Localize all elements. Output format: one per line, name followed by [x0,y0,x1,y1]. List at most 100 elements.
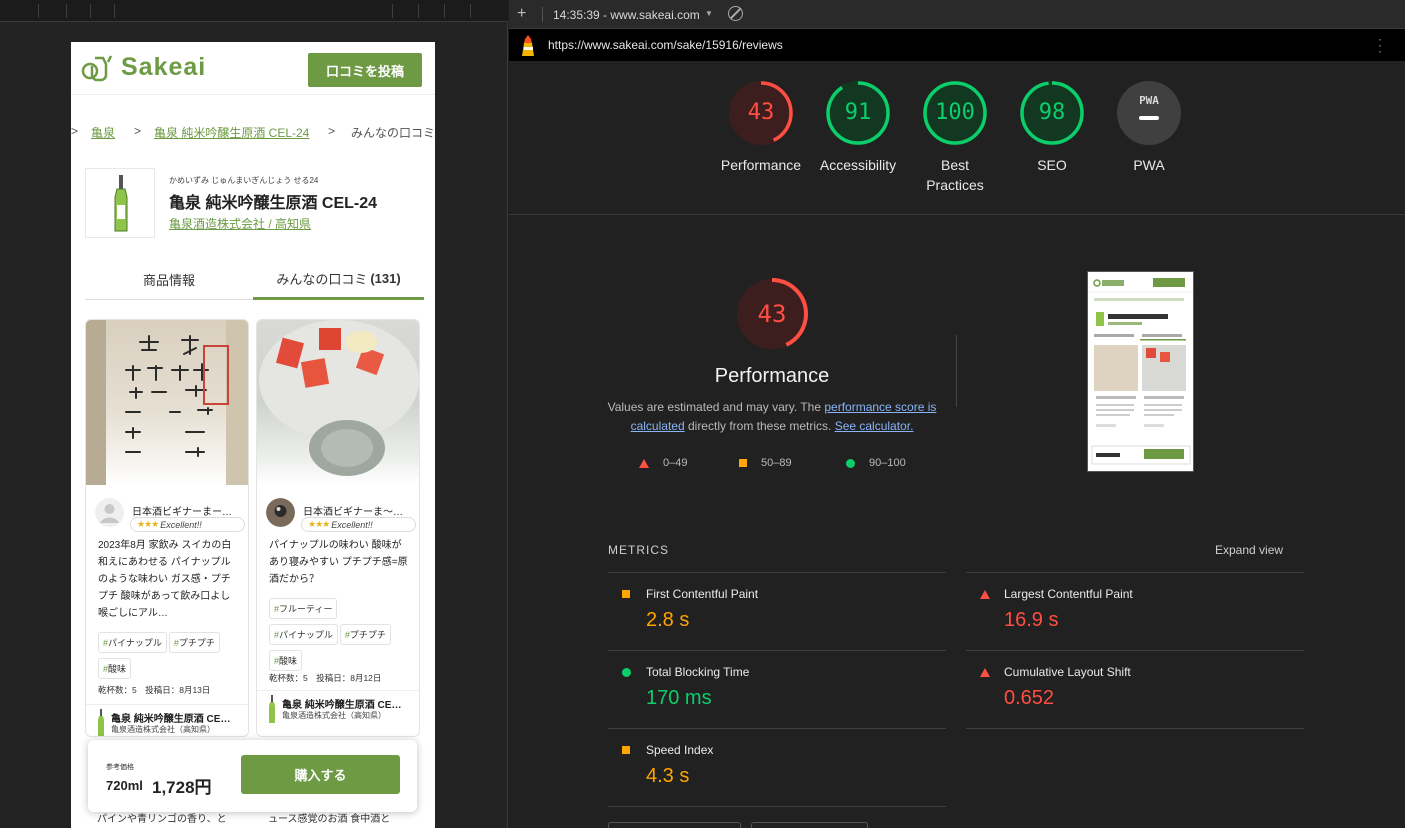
review-photo[interactable] [257,320,419,485]
bottle-volume: 720ml [106,778,143,793]
gauge-label: Accessibility [819,157,897,173]
view-treemap-button[interactable] [608,822,741,828]
average-square-icon [622,590,630,598]
breadcrumb-separator: > [328,124,336,138]
metric-value: 0.652 [1004,687,1055,709]
product-title: 亀泉 純米吟醸生原酒 CEL-24 [169,195,378,212]
gauge-score: 91 [844,100,872,125]
report-toolbar: + 14:35:39 - www.sakeai.com ▼ [509,0,1405,29]
metric-value: 170 ms [646,687,712,709]
footer-brewery: 亀泉酒造株式会社（高知県） [111,725,215,734]
pass-circle-icon [622,668,631,677]
pwa-icon: PWA [1116,80,1182,146]
tag[interactable]: #フルーティー [269,598,338,619]
tab-product-info[interactable]: 商品情報 [85,260,253,300]
clear-reports-icon[interactable] [728,6,743,21]
average-square-icon [622,746,630,754]
gauge-score: 43 [747,100,775,125]
gauge-best-practices[interactable]: 100 Best Practices [907,80,1003,195]
metric-name: Total Blocking Time [646,665,750,679]
metric-name: Largest Contentful Paint [1004,587,1133,601]
metric-largest-contentful-paint[interactable]: Largest Contentful Paint 16.9 s [966,572,1304,650]
lighthouse-report-pane: + 14:35:39 - www.sakeai.com ▼ https://ww… [509,0,1405,828]
gauge-performance[interactable]: 43 Performance [713,80,809,175]
sakeai-page: Sakeai 口コミを投稿 > 亀泉 > 亀泉 純米吟醸生原酒 CEL-24 >… [71,42,435,828]
site-logo[interactable]: Sakeai [81,52,206,82]
tag[interactable]: #酸味 [98,658,132,679]
food-photo [259,320,419,476]
card-product-footer[interactable]: 亀泉 純米吟醸生原酒 CE… 亀泉酒造株式会社（高知県） [86,704,248,736]
purchase-bar: 参考価格 720ml 1,728円 購入する [88,740,417,812]
metric-name: First Contentful Paint [646,587,759,601]
breadcrumb-item-brand[interactable]: 亀泉 [91,124,115,141]
review-photo[interactable] [86,320,248,485]
tag[interactable]: #プチプチ [339,624,391,645]
fail-triangle-icon [980,668,990,677]
device-toolbar [0,0,508,22]
breadcrumb-separator: > [134,124,142,138]
legend-item: 0–49 [639,457,687,469]
metric-first-contentful-paint[interactable]: First Contentful Paint 2.8 s [608,572,946,650]
more-options-icon[interactable]: · · · [1377,33,1383,57]
gauge-label: Best Practices [926,157,984,193]
bottle-icon [114,175,128,232]
tag[interactable]: #酸味 [269,650,303,671]
review-card[interactable]: 日本酒ビギナーま〜… ★★★ Excellent!! パイナップルの味わい 酸味が… [256,319,420,737]
pass-circle-icon [846,458,855,468]
brewery-link[interactable]: 亀泉酒造株式会社 / 高知県 [169,215,311,232]
reviewer-name[interactable]: 日本酒ビギナーまー… [132,503,232,518]
tag-list: #パイナップル #プチプチ #酸味 [98,632,246,684]
gauge-pwa[interactable]: PWA PWA [1101,80,1197,175]
gauge-seo[interactable]: 98 SEO [1004,80,1100,175]
expand-view-toggle[interactable]: Expand view [1215,543,1283,557]
card-product-footer[interactable]: 亀泉 純米吟醸生原酒 CE… 亀泉酒造株式会社（高知県） [257,690,419,730]
legend-item: 50–89 [739,457,792,469]
rating-text: Excellent!! [160,519,202,530]
chevron-down-icon[interactable]: ▼ [705,9,713,18]
post-review-button[interactable]: 口コミを投稿 [308,53,422,87]
reviewer-name[interactable]: 日本酒ビギナーま〜… [303,503,403,518]
report-url: https://www.sakeai.com/sake/15916/review… [548,38,783,52]
breadcrumb-separator: > [71,124,79,138]
tag[interactable]: #パイナップル [269,624,338,645]
review-meta: 乾杯数：5 投稿日：8月12日 [269,673,382,683]
avatar-default-icon [95,498,124,527]
rating-stars: ★★★ [308,519,330,529]
gauge-accessibility[interactable]: 91 Accessibility [810,80,906,175]
review-card[interactable]: 日本酒ビギナーまー… ★★★ Excellent!! 2023年8月 家飲み スイ… [85,319,249,737]
review-text: 2023年8月 家飲み スイカの白和えにあわせる パイナップルのような味わい ガ… [98,540,232,619]
gauge-ring: 98 [1019,80,1085,146]
tag[interactable]: #パイナップル [98,632,167,653]
legend-range: 50–89 [761,457,792,470]
sake-cup-icon [81,55,113,82]
buy-button[interactable]: 購入する [241,755,400,794]
tab-reviews[interactable]: みんなの口コミ (131) [253,260,424,300]
breadcrumb-current: みんなの口コミ [351,126,435,140]
footer-product-name: 亀泉 純米吟醸生原酒 CE… [282,700,402,711]
product-image[interactable] [85,168,155,238]
metric-name: Speed Index [646,743,714,757]
metric-cumulative-layout-shift[interactable]: Cumulative Layout Shift 0.652 [966,650,1304,728]
fail-triangle-icon [980,590,990,599]
gauge-ring: 43 [728,80,794,146]
rating-badge: ★★★ Excellent!! [130,517,245,532]
reference-price-label: 参考価格 [106,764,134,771]
metric-divider [966,728,1304,729]
logo-text: Sakeai [121,52,207,81]
see-calculator-link[interactable]: See calculator. [835,419,914,433]
metric-speed-index[interactable]: Speed Index 4.3 s [608,728,946,806]
tag[interactable]: #プチプチ [168,632,220,653]
rating-stars: ★★★ [137,519,159,529]
gauge-score: 100 [935,100,975,125]
gauge-label: PWA [1133,157,1165,173]
breadcrumb-item-product[interactable]: 亀泉 純米吟醸生原酒 CEL-24 [154,124,309,141]
average-square-icon [739,459,747,468]
metric-total-blocking-time[interactable]: Total Blocking Time 170 ms [608,650,946,728]
view-trace-button[interactable] [751,822,868,828]
device-emulation-pane: Sakeai 口コミを投稿 > 亀泉 > 亀泉 純米吟醸生原酒 CEL-24 >… [0,0,508,828]
final-screenshot-thumbnail[interactable] [1087,271,1194,472]
metric-divider [608,806,946,807]
report-session-select[interactable]: 14:35:39 - www.sakeai.com [553,8,700,22]
bottle-icon [98,709,104,736]
new-report-icon[interactable]: + [517,5,526,23]
